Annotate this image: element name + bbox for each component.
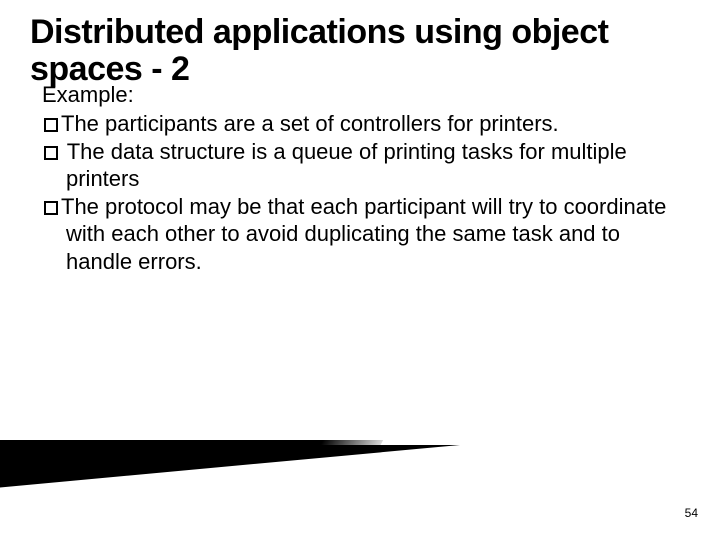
bullet-box-icon [44, 146, 58, 160]
slide-title: Distributed applications using object sp… [0, 0, 720, 89]
slide-body: Example: The participants are a set of c… [0, 81, 720, 276]
bullet-box-icon [44, 118, 58, 132]
list-item: The protocol may be that each participan… [44, 193, 686, 276]
black-wedge-icon [0, 445, 460, 493]
black-stripe-icon [0, 440, 383, 452]
bullet-text: The data structure is a queue of printin… [61, 139, 627, 192]
bullet-list: The participants are a set of controller… [44, 110, 686, 275]
slide: Distributed applications using object sp… [0, 0, 720, 540]
bullet-text: The protocol may be that each participan… [61, 194, 666, 274]
page-number: 54 [685, 506, 698, 520]
decorative-wedges [0, 440, 460, 500]
bullet-box-icon [44, 201, 58, 215]
list-item: The data structure is a queue of printin… [44, 138, 686, 193]
list-item: The participants are a set of controller… [44, 110, 686, 138]
bullet-text: The participants are a set of controller… [61, 111, 559, 136]
